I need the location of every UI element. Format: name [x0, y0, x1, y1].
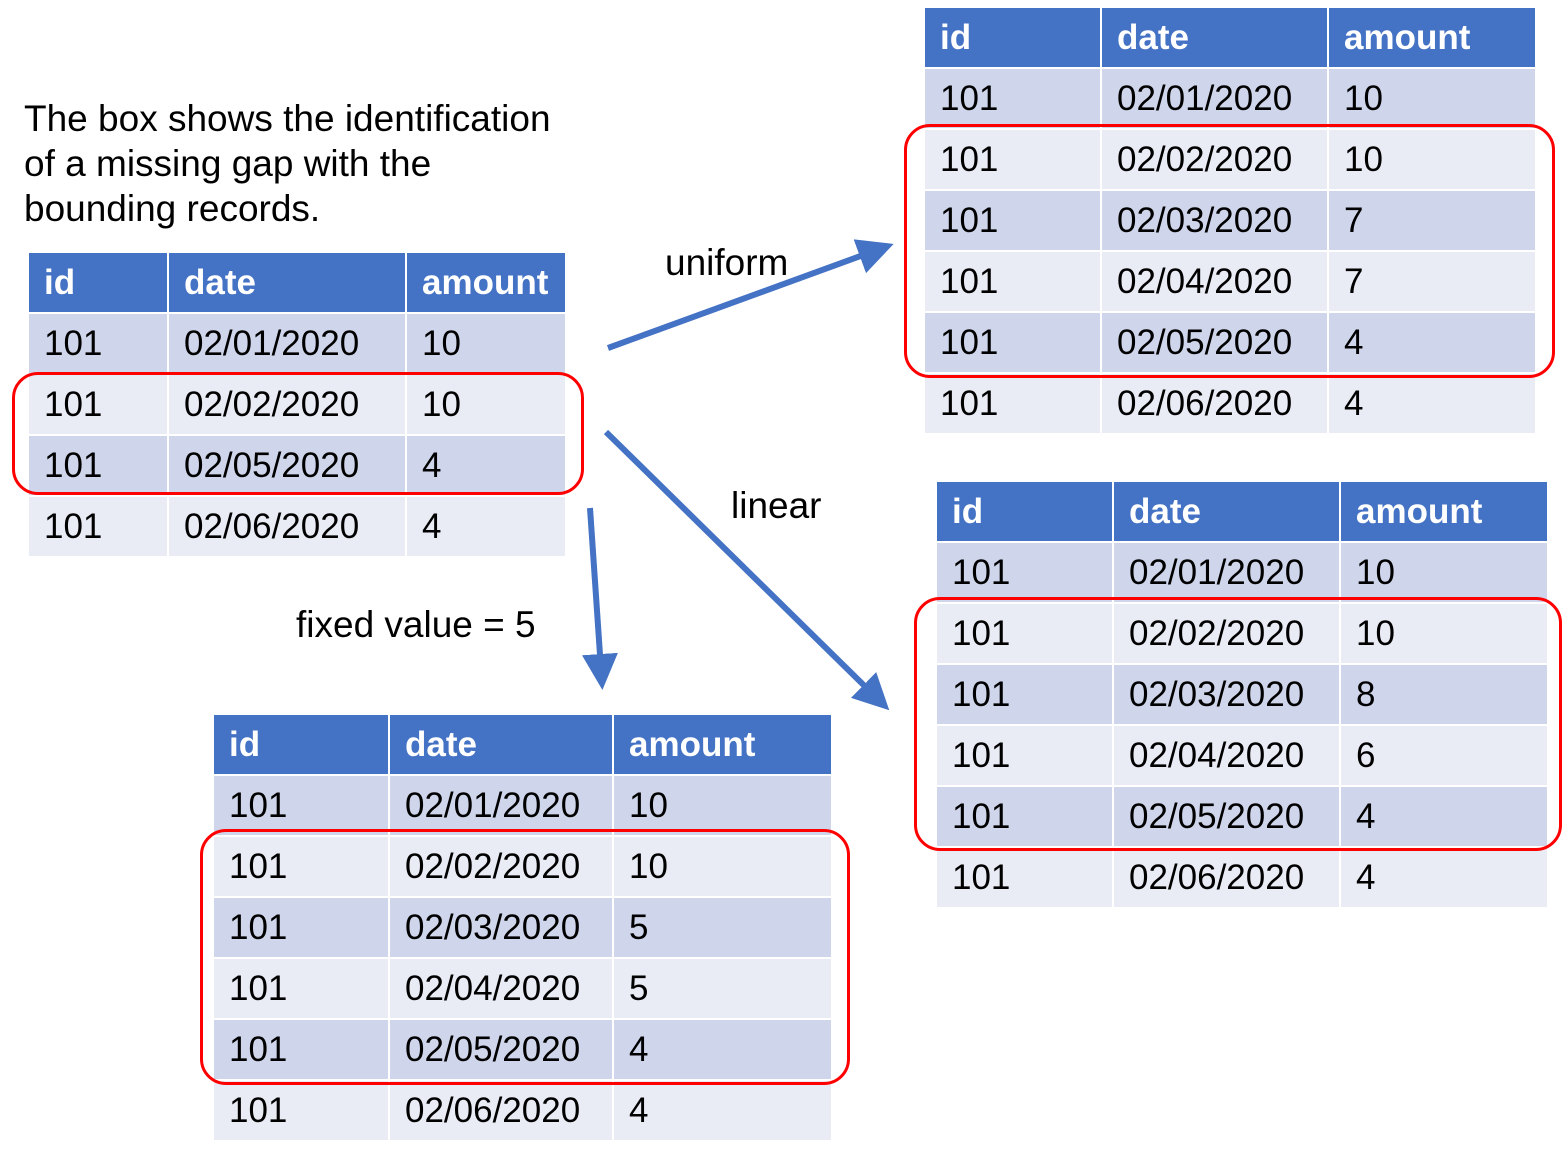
arrow-uniform	[606, 239, 894, 351]
arrow-fixed-value	[582, 507, 618, 690]
arrows	[582, 239, 894, 711]
arrow-linear	[603, 429, 890, 711]
